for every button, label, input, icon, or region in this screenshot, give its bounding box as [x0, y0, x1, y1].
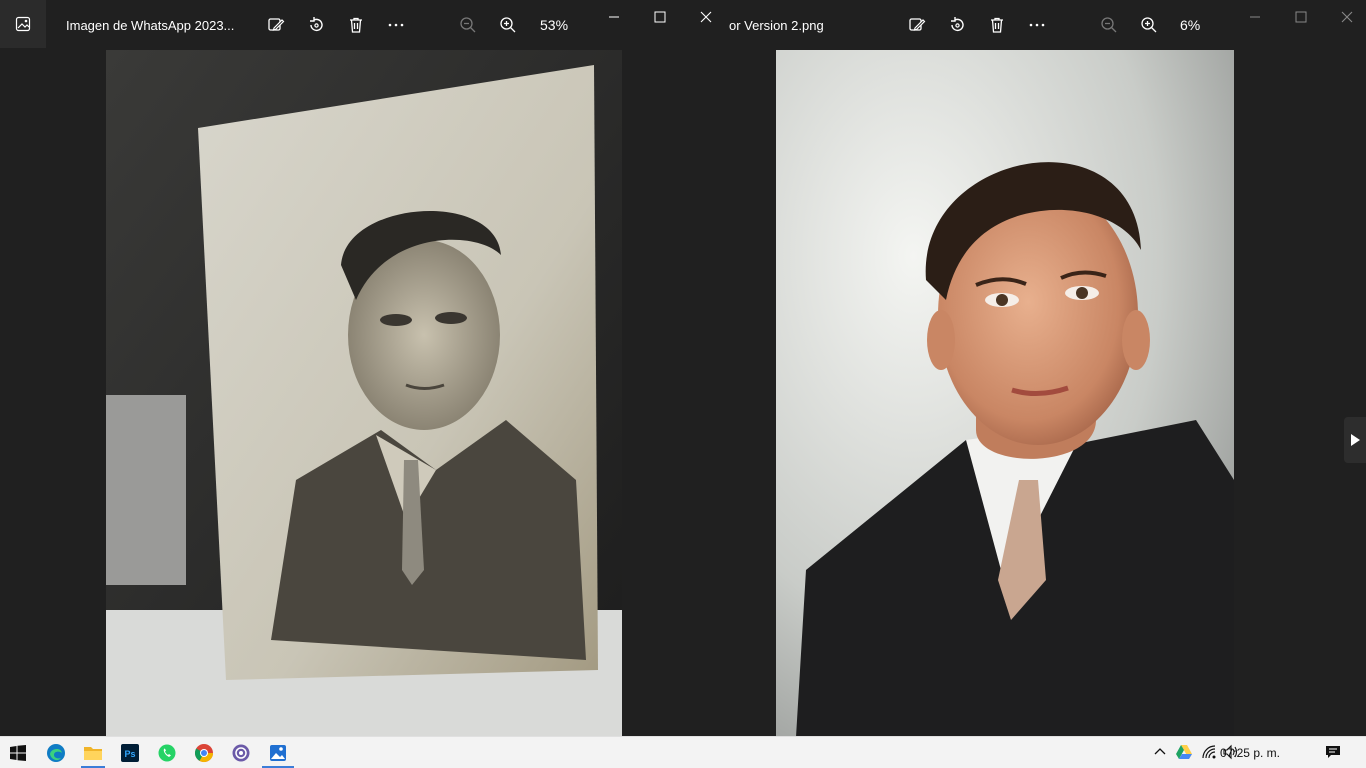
photos-window-original: Imagen de WhatsApp 2023... 53% — [0, 0, 729, 737]
zoom-out-icon[interactable] — [455, 12, 481, 38]
image-viewer[interactable] — [729, 48, 1366, 737]
window-title: Imagen de WhatsApp 2023... — [66, 18, 235, 33]
next-image-icon[interactable] — [1344, 417, 1366, 463]
window-title: or Version 2.png — [729, 18, 824, 33]
file-explorer-icon[interactable] — [81, 741, 105, 765]
photos-icon[interactable] — [266, 741, 290, 765]
start-icon[interactable] — [6, 741, 30, 765]
more-icon[interactable] — [1024, 12, 1050, 38]
close-button[interactable] — [695, 8, 717, 26]
edit-icon[interactable] — [263, 12, 289, 38]
edit-icon[interactable] — [904, 12, 930, 38]
titlebar: Imagen de WhatsApp 2023... 53% — [0, 0, 729, 48]
minimize-button[interactable] — [1244, 8, 1266, 26]
zoom-out-icon[interactable] — [1096, 12, 1122, 38]
zoom-level[interactable]: 53% — [540, 17, 568, 33]
delete-icon[interactable] — [343, 12, 369, 38]
titlebar: or Version 2.png 6% — [729, 0, 1366, 48]
app-icon[interactable] — [229, 741, 253, 765]
zoom-in-icon[interactable] — [1136, 12, 1162, 38]
photos-window-restored: or Version 2.png 6% — [729, 0, 1366, 737]
close-button[interactable] — [1336, 8, 1358, 26]
clock[interactable]: 07:25 p. m. — [1220, 746, 1280, 760]
image-app-icon[interactable] — [0, 0, 46, 48]
edge-icon[interactable] — [44, 741, 68, 765]
google-drive-icon[interactable] — [1176, 744, 1192, 760]
more-icon[interactable] — [383, 12, 409, 38]
network-icon[interactable] — [1201, 744, 1217, 760]
restored-photo — [776, 50, 1234, 737]
chevron-up-icon[interactable] — [1152, 744, 1168, 760]
notifications-icon[interactable] — [1325, 744, 1341, 760]
original-photo — [106, 50, 622, 737]
chrome-icon[interactable] — [192, 741, 216, 765]
whatsapp-icon[interactable] — [155, 741, 179, 765]
maximize-button[interactable] — [649, 8, 671, 26]
minimize-button[interactable] — [603, 8, 625, 26]
zoom-in-icon[interactable] — [495, 12, 521, 38]
rotate-icon[interactable] — [944, 12, 970, 38]
maximize-button[interactable] — [1290, 8, 1312, 26]
photoshop-label: Ps — [124, 749, 135, 759]
rotate-icon[interactable] — [303, 12, 329, 38]
image-viewer[interactable] — [0, 48, 729, 737]
taskbar: Ps 07:25 p. m. — [0, 736, 1366, 768]
zoom-level[interactable]: 6% — [1180, 17, 1200, 33]
photoshop-icon[interactable]: Ps — [118, 741, 142, 765]
delete-icon[interactable] — [984, 12, 1010, 38]
